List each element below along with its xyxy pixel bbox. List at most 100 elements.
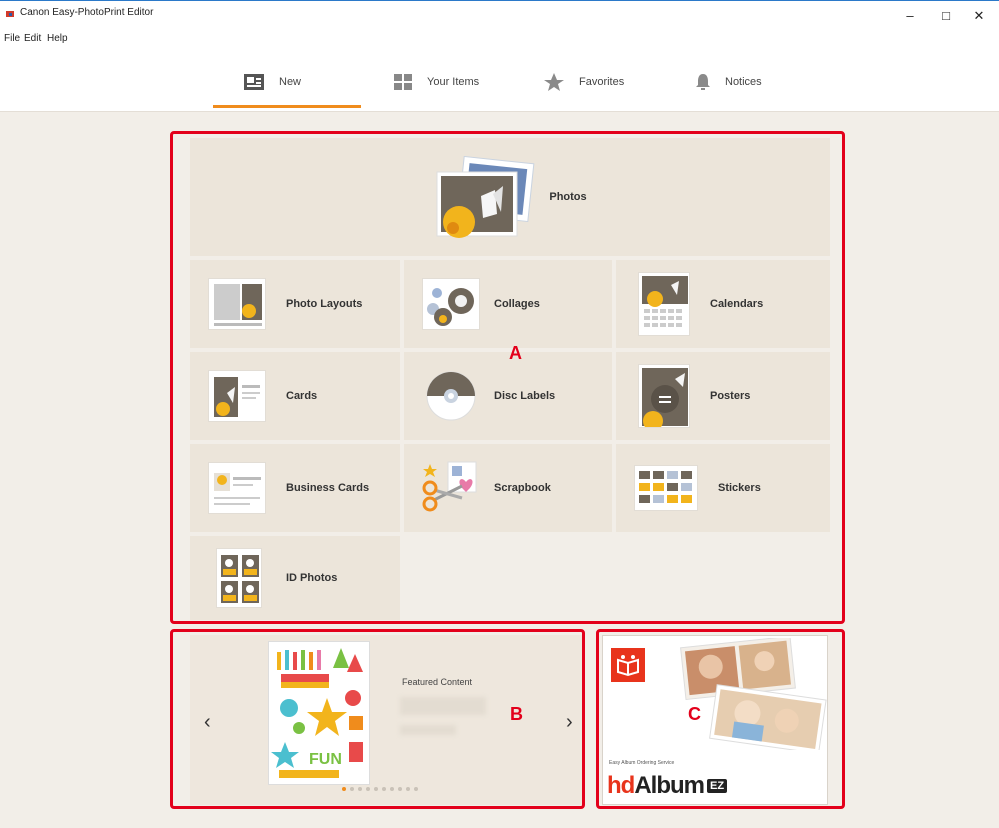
business-cards-tile[interactable]: Business Cards [190, 444, 400, 532]
photos-thumbnail [433, 155, 535, 238]
hdalbum-tagline: Easy Album Ordering Service [609, 760, 675, 766]
photo-layouts-tile[interactable]: Photo Layouts [190, 260, 400, 348]
business-cards-thumbnail [208, 462, 266, 514]
tab-new[interactable]: New [243, 62, 301, 102]
tab-new-label: New [279, 76, 302, 88]
collages-tile[interactable]: Collages [404, 260, 612, 348]
hdalbum-brand-hd: hd [607, 772, 635, 799]
disc-labels-tile[interactable]: Disc Labels [404, 352, 612, 440]
calendars-tile[interactable]: Calendars [616, 260, 830, 348]
tab-selected-indicator [213, 105, 361, 108]
posters-thumbnail [638, 364, 690, 428]
photo-layouts-label: Photo Layouts [286, 298, 363, 310]
menu-edit[interactable]: Edit [24, 33, 41, 44]
grid-icon [394, 74, 412, 90]
photos-tile[interactable]: Photos [190, 138, 830, 256]
collages-label: Collages [494, 298, 540, 310]
pagination-dot[interactable] [342, 787, 346, 791]
star-icon [544, 73, 564, 91]
album-photos-image [680, 638, 827, 750]
pagination-dot[interactable] [414, 787, 418, 791]
stickers-label: Stickers [718, 482, 761, 494]
pagination-dot[interactable] [406, 787, 410, 791]
photo-stack-icon [436, 155, 535, 238]
photos-label: Photos [549, 191, 587, 203]
new-icon [244, 74, 264, 90]
scrapbook-thumbnail [418, 458, 480, 518]
hdalbum-brand-badge: EZ [707, 779, 728, 793]
stickers-tile[interactable]: Stickers [616, 444, 830, 532]
featured-thumbnail[interactable]: FUN [268, 641, 370, 785]
collages-thumbnail [422, 278, 480, 330]
tab-notices-label: Notices [725, 76, 762, 88]
photo-layouts-icon [214, 284, 262, 326]
tab-your-items-label: Your Items [427, 76, 480, 88]
annotation-label-b: B [510, 704, 523, 724]
tab-favorites[interactable]: Favorites [543, 62, 624, 102]
calendars-label: Calendars [710, 298, 764, 310]
business-card-icon [214, 473, 261, 505]
maximize-button[interactable]: □ [929, 4, 963, 28]
hdalbum-logo-icon [611, 648, 645, 682]
annotation-label-c: C [688, 704, 701, 724]
annotation-label-a: A [509, 343, 522, 363]
featured-title-blurred [400, 697, 486, 715]
featured-subtitle-blurred [400, 725, 456, 735]
disc-labels-thumbnail [422, 370, 480, 422]
tab-bar: New Your Items Favorites Notices [0, 48, 999, 112]
menu-file[interactable]: File [4, 33, 20, 44]
calendars-thumbnail [638, 272, 690, 336]
featured-heading: Featured Content [402, 677, 473, 687]
poster-icon [642, 368, 688, 427]
calendar-icon [642, 276, 688, 327]
title-bar: Canon Easy-PhotoPrint Editor – □ ✕ [0, 0, 999, 30]
pagination-dot[interactable] [374, 787, 378, 791]
photo-layouts-thumbnail [208, 278, 266, 330]
pagination-dot[interactable] [358, 787, 362, 791]
menu-help[interactable]: Help [47, 33, 68, 44]
posters-label: Posters [710, 390, 751, 402]
party-card-icon: FUN [271, 648, 363, 778]
scissors-icon [422, 461, 477, 512]
window-title: Canon Easy-PhotoPrint Editor [20, 7, 154, 18]
business-cards-label: Business Cards [286, 482, 370, 494]
close-button[interactable]: ✕ [962, 4, 996, 28]
category-grid: Photos Photo Layouts Collages Calendars … [190, 138, 830, 620]
id-photos-tile[interactable]: ID Photos [190, 536, 400, 620]
pagination-dot[interactable] [350, 787, 354, 791]
tab-notices[interactable]: Notices [695, 62, 762, 102]
minimize-button[interactable]: – [893, 4, 927, 28]
collages-icon [427, 288, 474, 326]
id-photos-icon [221, 555, 259, 603]
featured-next-button[interactable]: › [566, 711, 573, 734]
pagination-dot[interactable] [390, 787, 394, 791]
scrapbook-tile[interactable]: Scrapbook [404, 444, 612, 532]
pagination-dot[interactable] [382, 787, 386, 791]
pagination-dot[interactable] [398, 787, 402, 791]
scrapbook-label: Scrapbook [494, 482, 551, 494]
stickers-icon [639, 471, 692, 503]
disc-icon [426, 371, 476, 421]
app-logo-icon [6, 11, 14, 17]
tab-favorites-label: Favorites [579, 76, 625, 88]
stickers-thumbnail [634, 465, 698, 511]
featured-prev-button[interactable]: ‹ [204, 711, 211, 734]
album-book-icon [617, 655, 639, 677]
disc-labels-label: Disc Labels [494, 390, 556, 402]
menu-bar: File Edit Help [0, 30, 999, 48]
featured-pagination[interactable] [340, 787, 420, 791]
cards-icon [214, 377, 260, 417]
bell-icon [696, 74, 710, 90]
featured-content-panel: ‹ FUN Featured Content › [190, 635, 582, 805]
id-photos-label: ID Photos [286, 572, 338, 584]
svg-text:FUN: FUN [309, 751, 342, 768]
cards-tile[interactable]: Cards [190, 352, 400, 440]
pagination-dot[interactable] [366, 787, 370, 791]
id-photos-thumbnail [216, 548, 262, 608]
cards-label: Cards [286, 390, 318, 402]
hdalbum-brand-album: Album [634, 772, 705, 799]
hdalbum-panel[interactable]: Easy Album Ordering Service hd Album EZ [602, 635, 828, 805]
tab-your-items[interactable]: Your Items [393, 62, 479, 102]
posters-tile[interactable]: Posters [616, 352, 830, 440]
cards-thumbnail [208, 370, 266, 422]
